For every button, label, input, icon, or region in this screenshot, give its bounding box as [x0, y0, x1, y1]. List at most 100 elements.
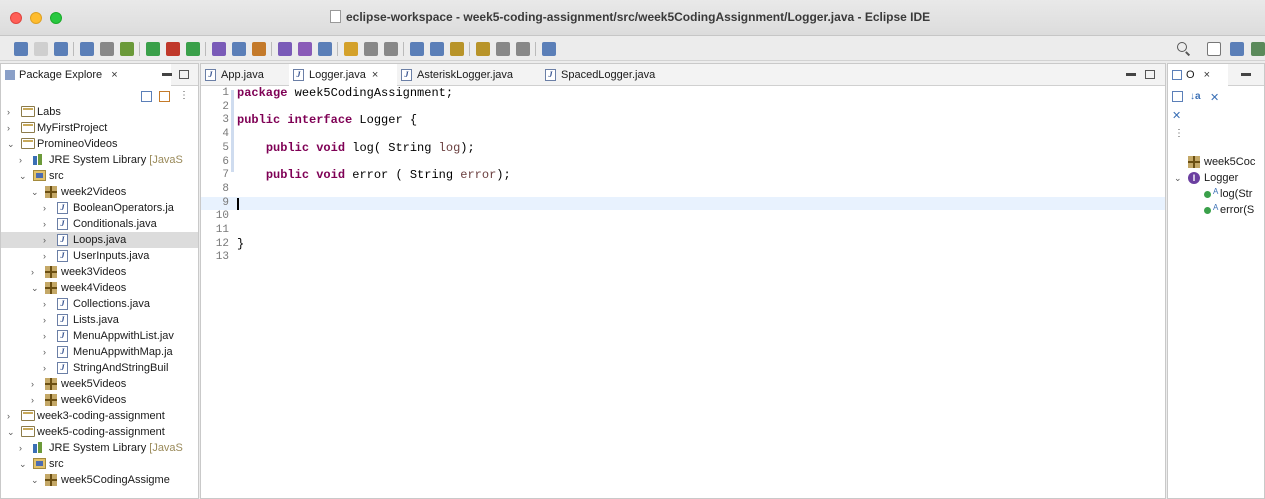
tree-item[interactable]: › week6Videos	[1, 392, 198, 408]
chevron-right-icon[interactable]: ›	[43, 200, 53, 216]
toolbar-button-20-icon[interactable]	[430, 42, 444, 56]
toolbar-button-1-icon[interactable]	[14, 42, 28, 56]
chevron-right-icon[interactable]: ›	[19, 440, 29, 456]
tab-outline[interactable]: O ×	[1168, 64, 1228, 86]
toolbar-button-21-icon[interactable]	[450, 42, 464, 56]
chevron-down-icon[interactable]: ⌄	[7, 136, 17, 152]
tree-item[interactable]: ⌄ week5-coding-assignment	[1, 424, 198, 440]
tab-spacedlogger-java[interactable]: J SpacedLogger.java	[541, 64, 681, 86]
tree-item[interactable]: › J UserInputs.java	[1, 248, 198, 264]
search-icon[interactable]	[1177, 42, 1191, 56]
chevron-right-icon[interactable]: ›	[7, 104, 17, 120]
code-line[interactable]: 9	[201, 196, 1165, 211]
code-line[interactable]: 1 package week5CodingAssignment;	[201, 86, 1165, 101]
tree-item[interactable]: › J Lists.java	[1, 312, 198, 328]
collapse-all-icon[interactable]	[1172, 91, 1183, 102]
toolbar-button-18-icon[interactable]	[384, 42, 398, 56]
open-perspective-icon[interactable]	[1207, 42, 1221, 56]
tree-item[interactable]: ⌄ week5CodingAssigme	[1, 472, 198, 488]
maximize-window-button[interactable]	[50, 12, 62, 24]
chevron-right-icon[interactable]: ›	[7, 120, 17, 136]
toolbar-button-8-icon[interactable]	[166, 42, 180, 56]
toolbar-button-4-icon[interactable]	[80, 42, 94, 56]
tree-item[interactable]: › J StringAndStringBuil	[1, 360, 198, 376]
tree-item[interactable]: ⌄ week2Videos	[1, 184, 198, 200]
toolbar-button-6-icon[interactable]	[120, 42, 134, 56]
tree-item[interactable]: › week3-coding-assignment	[1, 408, 198, 424]
chevron-down-icon[interactable]: ⌄	[31, 184, 41, 200]
toolbar-button-24-icon[interactable]	[516, 42, 530, 56]
tree-item[interactable]: › MyFirstProject	[1, 120, 198, 136]
chevron-right-icon[interactable]: ›	[31, 264, 41, 280]
outline-item[interactable]: ⌄ I Logger	[1168, 170, 1264, 186]
chevron-down-icon[interactable]: ⌄	[31, 472, 41, 488]
minimize-icon[interactable]: ▬	[1240, 68, 1252, 80]
tree-item[interactable]: › JRE System Library [JavaS	[1, 152, 198, 168]
chevron-right-icon[interactable]: ›	[43, 248, 53, 264]
toolbar-button-3-icon[interactable]	[54, 42, 68, 56]
tree-item[interactable]: › J MenuAppwithList.jav	[1, 328, 198, 344]
chevron-right-icon[interactable]: ›	[43, 312, 53, 328]
outline-item[interactable]: Aerror(S	[1168, 202, 1264, 218]
chevron-right-icon[interactable]: ›	[43, 328, 53, 344]
tree-item[interactable]: › week5Videos	[1, 376, 198, 392]
tab-package-explorer[interactable]: Package Explore ×	[1, 64, 171, 86]
chevron-right-icon[interactable]: ›	[43, 232, 53, 248]
tree-item[interactable]: › J MenuAppwithMap.ja	[1, 344, 198, 360]
chevron-right-icon[interactable]: ›	[19, 152, 29, 168]
chevron-down-icon[interactable]: ⌄	[19, 456, 29, 472]
toolbar-button-9-icon[interactable]	[186, 42, 200, 56]
toolbar-button-25-icon[interactable]	[542, 42, 556, 56]
link-with-editor-icon[interactable]	[159, 91, 170, 102]
code-editor[interactable]: 1 package week5CodingAssignment; 2 3 public …	[201, 86, 1165, 498]
toolbar-button-7-icon[interactable]	[146, 42, 160, 56]
chevron-right-icon[interactable]: ›	[31, 392, 41, 408]
chevron-down-icon[interactable]: ⌄	[19, 168, 29, 184]
tab-asterisklogger-java[interactable]: J AsteriskLogger.java	[397, 64, 541, 86]
hide-nonpublic-icon[interactable]: ✕	[1172, 109, 1181, 122]
toolbar-button-11-icon[interactable]	[232, 42, 246, 56]
hide-fields-icon[interactable]: ✕	[1210, 91, 1219, 104]
tree-item[interactable]: ⌄ src	[1, 168, 198, 184]
chevron-right-icon[interactable]: ›	[7, 408, 17, 424]
chevron-right-icon[interactable]: ›	[43, 216, 53, 232]
code-line[interactable]: 13	[201, 251, 1165, 265]
code-line[interactable]: 2	[201, 101, 1165, 115]
toolbar-button-22-icon[interactable]	[476, 42, 490, 56]
toolbar-button-15-icon[interactable]	[318, 42, 332, 56]
toolbar-button-5-icon[interactable]	[100, 42, 114, 56]
minimize-icon[interactable]: ▬	[1125, 68, 1137, 80]
code-line[interactable]: 7 public void error ( String error);	[201, 168, 1165, 183]
minimize-icon[interactable]: ▬	[161, 68, 173, 80]
toolbar-button-17-icon[interactable]	[364, 42, 378, 56]
close-icon[interactable]: ×	[372, 69, 378, 81]
toolbar-button-10-icon[interactable]	[212, 42, 226, 56]
maximize-icon[interactable]	[179, 70, 189, 79]
tree-item[interactable]: ⌄ src	[1, 456, 198, 472]
code-line[interactable]: 8	[201, 183, 1165, 197]
toolbar-button-16-icon[interactable]	[344, 42, 358, 56]
code-line[interactable]: 6	[201, 156, 1165, 170]
tree-item[interactable]: ⌄ week4Videos	[1, 280, 198, 296]
chevron-down-icon[interactable]: ⌄	[7, 424, 17, 440]
code-line[interactable]: 4	[201, 128, 1165, 142]
maximize-icon[interactable]	[1145, 70, 1155, 79]
toolbar-button-13-icon[interactable]	[278, 42, 292, 56]
toolbar-button-14-icon[interactable]	[298, 42, 312, 56]
tree-item[interactable]: › Labs	[1, 104, 198, 120]
tree-item[interactable]: ⌄ PromineoVideos	[1, 136, 198, 152]
view-menu-icon[interactable]: ⋮	[1174, 128, 1184, 139]
sort-icon[interactable]: ↓a	[1190, 91, 1201, 102]
toolbar-button-19-icon[interactable]	[410, 42, 424, 56]
view-menu-icon[interactable]: ⋮	[179, 90, 189, 101]
collapse-all-icon[interactable]	[141, 91, 152, 102]
chevron-down-icon[interactable]: ⌄	[1174, 170, 1182, 186]
tab-app-java[interactable]: J App.java	[201, 64, 289, 86]
tree-item[interactable]: › J Loops.java	[1, 232, 198, 248]
toolbar-button-2-icon[interactable]	[34, 42, 48, 56]
code-line[interactable]: 11	[201, 224, 1165, 238]
tree-item[interactable]: › J Collections.java	[1, 296, 198, 312]
close-icon[interactable]: ×	[1204, 69, 1210, 81]
outline-item[interactable]: Alog(Str	[1168, 186, 1264, 202]
code-line[interactable]: 12}	[201, 237, 1165, 252]
